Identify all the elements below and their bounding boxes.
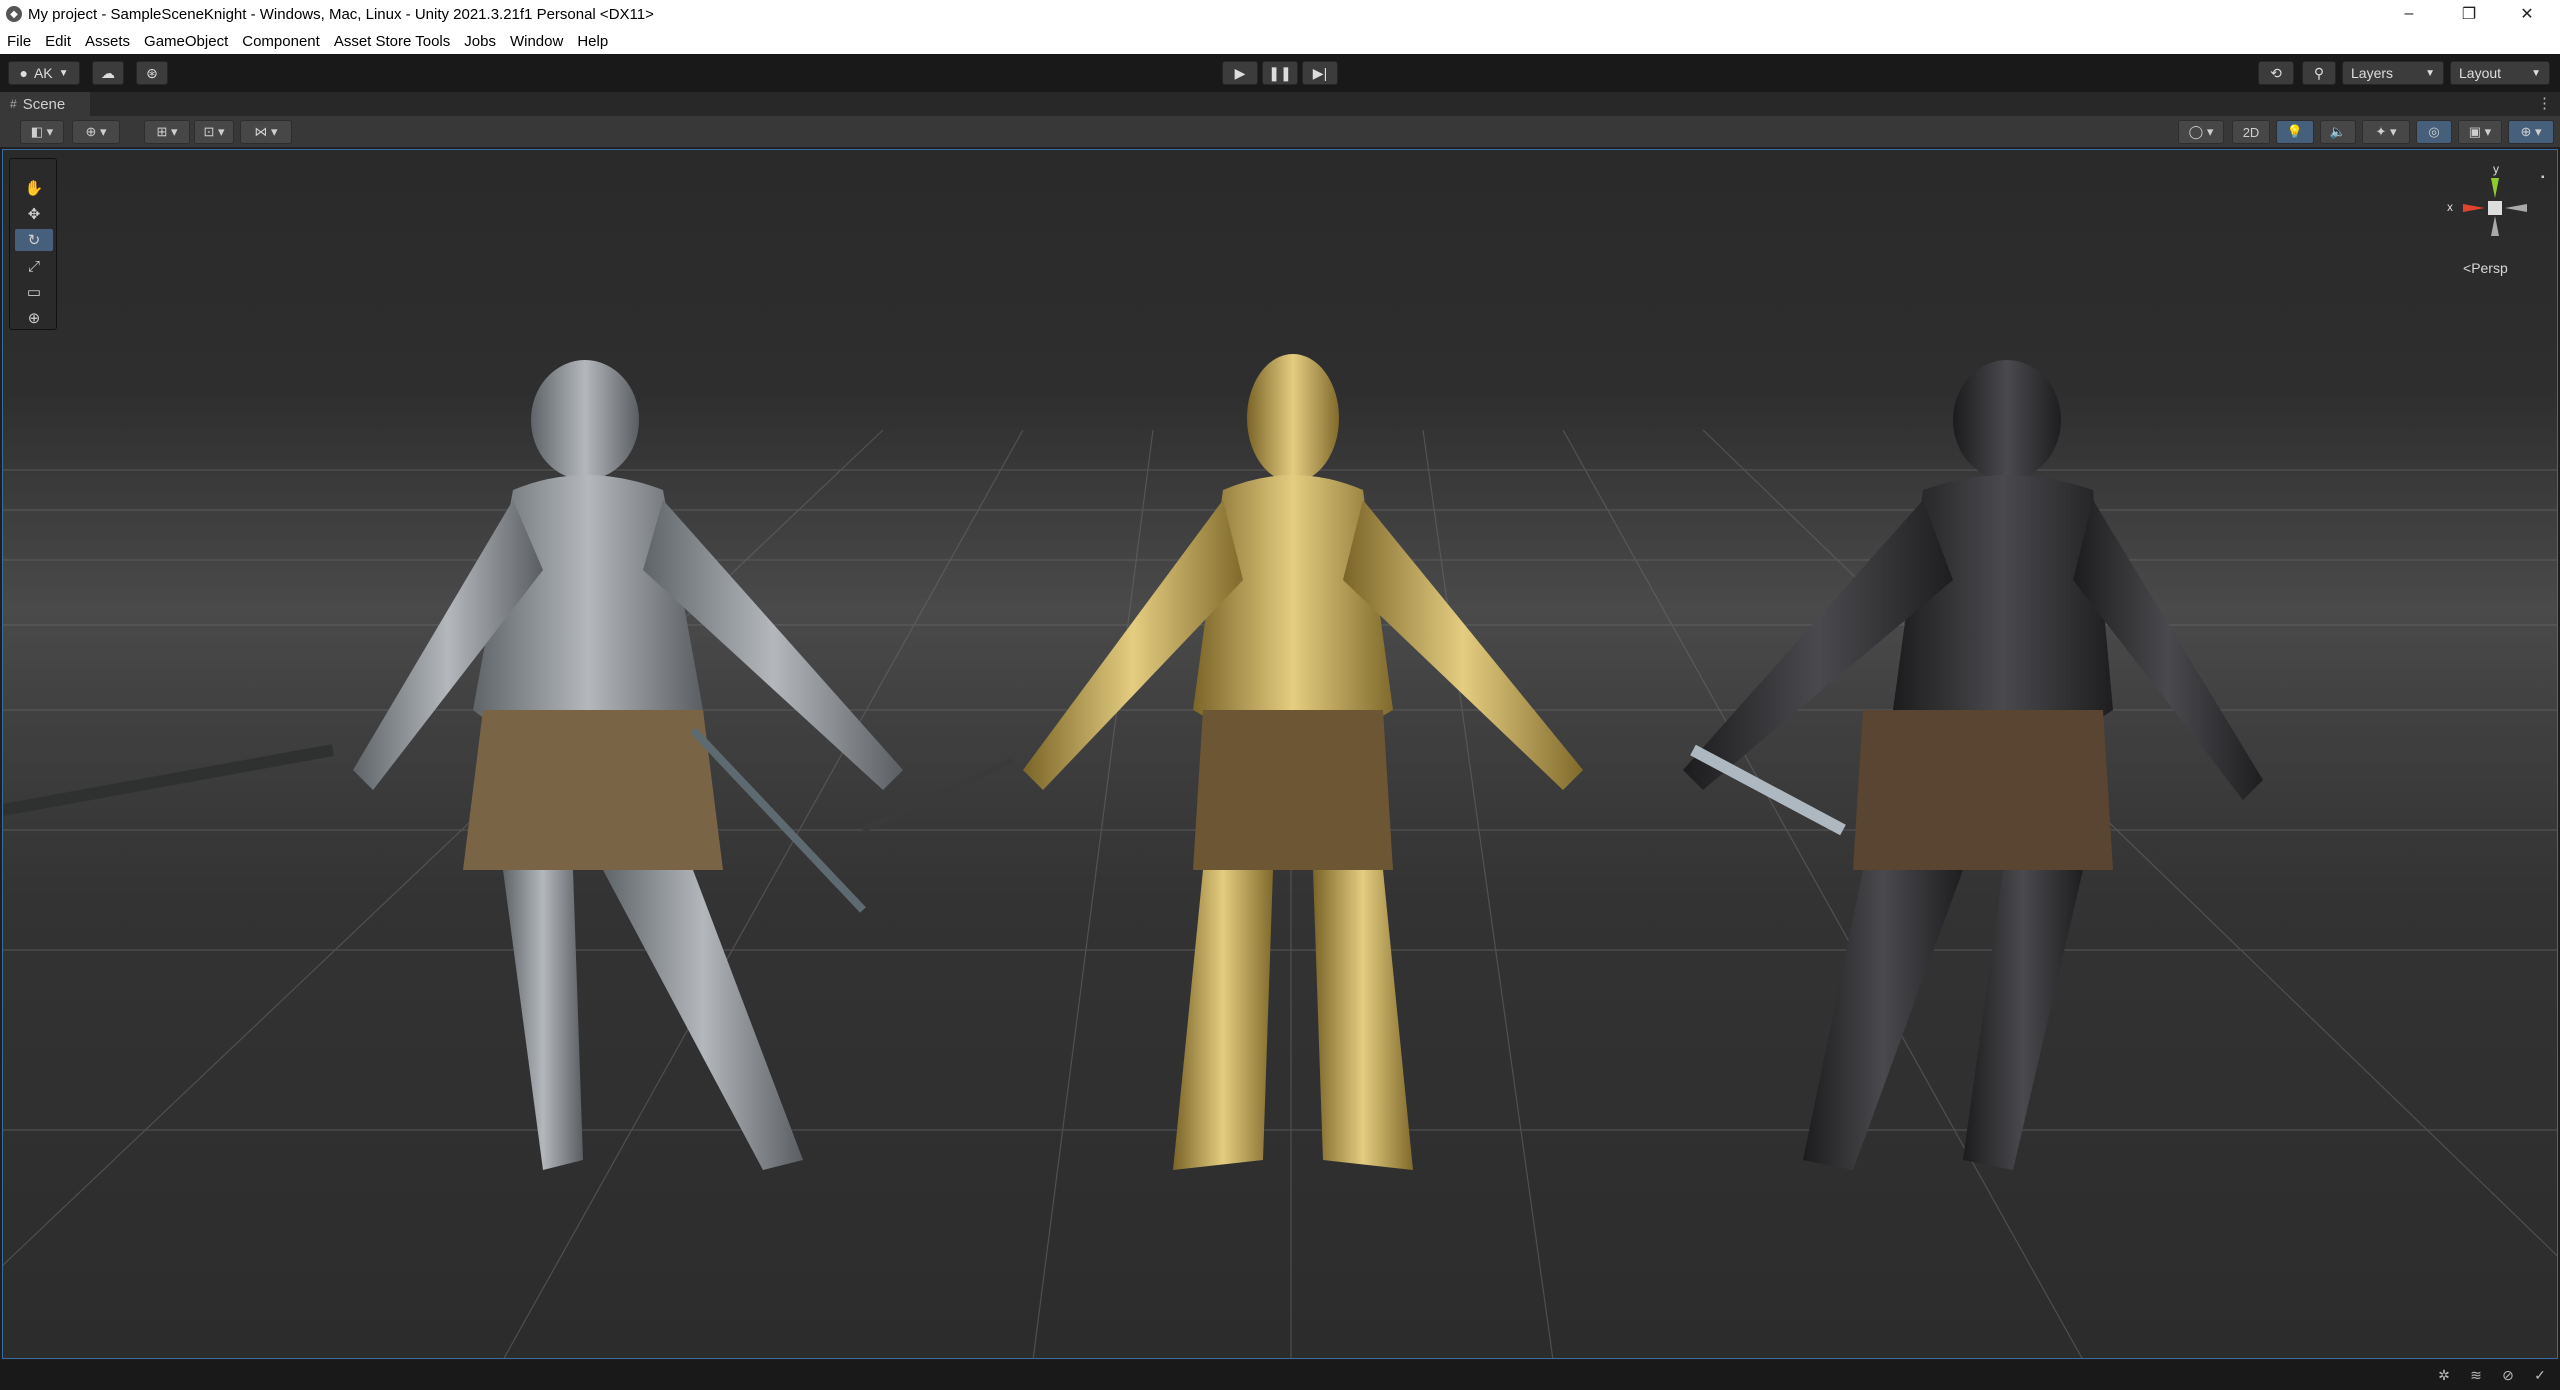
layout-label: Layout bbox=[2459, 65, 2502, 81]
gizmo-axis-y: y bbox=[2493, 162, 2499, 176]
layers-dropdown[interactable]: Layers ▼ bbox=[2342, 61, 2444, 85]
rotate-tool-icon[interactable]: ↻ bbox=[15, 229, 53, 251]
menu-bar: File Edit Assets GameObject Component As… bbox=[0, 28, 2560, 54]
dark-knight[interactable] bbox=[1683, 360, 2263, 1170]
status-bar: ✲ ≋ ⊘ ✓ bbox=[0, 1360, 2560, 1390]
silver-knight[interactable] bbox=[3, 360, 903, 1170]
pause-icon: ❚❚ bbox=[1268, 64, 1292, 81]
toggle-2d-button[interactable]: 2D bbox=[2232, 120, 2270, 144]
projection-label: Persp bbox=[2471, 260, 2508, 276]
draw-mode-dropdown[interactable]: ◧ ▾ bbox=[20, 120, 64, 144]
scene-toolbar: ◧ ▾ ⊕ ▾ ⊞ ▾ ⊡ ▾ ⋈ ▾ ◯ ▾ 2D 💡 🔈 ✦ ▾ ◎ ▣ ▾… bbox=[0, 116, 2560, 148]
transform-tool-icon[interactable]: ⊕ bbox=[15, 307, 53, 329]
chevron-down-icon: ▼ bbox=[2531, 67, 2541, 79]
chevron-down-icon: ▼ bbox=[2425, 67, 2435, 79]
projection-toggle[interactable]: <Persp bbox=[2463, 260, 2508, 276]
account-label: AK bbox=[33, 65, 53, 81]
step-button[interactable]: ▶| bbox=[1302, 61, 1338, 85]
chevron-left-icon: < bbox=[2463, 260, 2472, 276]
tab-scene[interactable]: # Scene bbox=[0, 92, 90, 116]
global-dropdown[interactable]: ⊕ ▾ bbox=[72, 120, 120, 144]
play-button[interactable]: ▶ bbox=[1222, 61, 1258, 85]
play-icon: ▶ bbox=[1234, 64, 1246, 81]
unity-logo-icon: ◆ bbox=[6, 6, 22, 22]
gizmo-axis-x: x bbox=[2447, 200, 2453, 214]
check-circle-icon[interactable]: ✓ bbox=[2530, 1366, 2550, 1384]
camera-dropdown[interactable]: ▣ ▾ bbox=[2458, 120, 2502, 144]
tab-scene-label: Scene bbox=[22, 95, 66, 113]
collab-icon[interactable]: ⊛ bbox=[136, 61, 168, 85]
increment-snap-dropdown[interactable]: ⊡ ▾ bbox=[194, 120, 234, 144]
visibility-icon[interactable]: ◎ bbox=[2416, 120, 2452, 144]
title-bar: ◆ My project - SampleSceneKnight - Windo… bbox=[0, 0, 2560, 28]
main-toolbar: ● AK ▼ ☁ ⊛ ▶ ❚❚ ▶| ⟲ ⚲ Layers ▼ Layout ▼ bbox=[0, 54, 2560, 92]
step-icon: ▶| bbox=[1312, 64, 1328, 81]
gizmos-dropdown[interactable]: ⊕ ▾ bbox=[2508, 120, 2554, 144]
transform-tools-panel: ✋ ✥ ↻ ⤢ ▭ ⊕ bbox=[9, 158, 57, 330]
chevron-down-icon: ▼ bbox=[58, 67, 69, 79]
gold-knight[interactable] bbox=[861, 354, 1583, 1170]
minimize-button[interactable]: – bbox=[2380, 0, 2438, 28]
shading-mode-dropdown[interactable]: ◯ ▾ bbox=[2178, 120, 2224, 144]
lock-icon[interactable]: ▪ bbox=[2541, 172, 2545, 183]
search-icon[interactable]: ⚲ bbox=[2302, 61, 2336, 85]
account-icon: ● bbox=[19, 65, 28, 81]
menu-gameobject[interactable]: GameObject bbox=[137, 33, 235, 50]
scene-objects bbox=[3, 354, 2263, 1170]
menu-jobs[interactable]: Jobs bbox=[457, 33, 503, 50]
audio-icon[interactable]: 🔈 bbox=[2320, 120, 2356, 144]
move-tool-icon[interactable]: ✥ bbox=[15, 203, 53, 225]
restore-button[interactable]: ❐ bbox=[2440, 0, 2498, 28]
close-button[interactable]: ✕ bbox=[2498, 0, 2556, 28]
layout-dropdown[interactable]: Layout ▼ bbox=[2450, 61, 2550, 85]
window-title: My project - SampleSceneKnight - Windows… bbox=[28, 5, 654, 23]
layers-stack-icon[interactable]: ≋ bbox=[2466, 1366, 2486, 1384]
menu-help[interactable]: Help bbox=[570, 33, 615, 50]
menu-assets[interactable]: Assets bbox=[78, 33, 137, 50]
orientation-gizmo[interactable]: y x ▪ <Persp bbox=[2433, 160, 2553, 280]
account-dropdown[interactable]: ● AK ▼ bbox=[8, 61, 80, 85]
debug-icon[interactable]: ✲ bbox=[2434, 1366, 2454, 1384]
menu-file[interactable]: File bbox=[0, 33, 38, 50]
menu-asset-store-tools[interactable]: Asset Store Tools bbox=[327, 33, 457, 50]
lighting-icon[interactable]: 💡 bbox=[2276, 120, 2314, 144]
menu-component[interactable]: Component bbox=[235, 33, 327, 50]
scene-viewport[interactable]: ✋ ✥ ↻ ⤢ ▭ ⊕ y x ▪ <Persp bbox=[2, 149, 2558, 1359]
scene-tab-bar: # Scene ⋮ bbox=[0, 92, 2560, 116]
history-icon[interactable]: ⟲ bbox=[2258, 61, 2294, 85]
hand-tool-icon[interactable]: ✋ bbox=[15, 177, 53, 199]
grid-icon: # bbox=[10, 97, 17, 111]
align-dropdown[interactable]: ⋈ ▾ bbox=[240, 120, 292, 144]
scale-tool-icon[interactable]: ⤢ bbox=[15, 255, 53, 277]
pause-button[interactable]: ❚❚ bbox=[1262, 61, 1298, 85]
more-options-icon[interactable]: ⋮ bbox=[2537, 94, 2552, 112]
cache-server-icon[interactable]: ⊘ bbox=[2498, 1366, 2518, 1384]
menu-edit[interactable]: Edit bbox=[38, 33, 78, 50]
layers-label: Layers bbox=[2351, 65, 2394, 81]
grid-snap-dropdown[interactable]: ⊞ ▾ bbox=[144, 120, 190, 144]
cloud-icon[interactable]: ☁ bbox=[92, 61, 124, 85]
rect-tool-icon[interactable]: ▭ bbox=[15, 281, 53, 303]
menu-window[interactable]: Window bbox=[503, 33, 570, 50]
effects-dropdown[interactable]: ✦ ▾ bbox=[2362, 120, 2410, 144]
